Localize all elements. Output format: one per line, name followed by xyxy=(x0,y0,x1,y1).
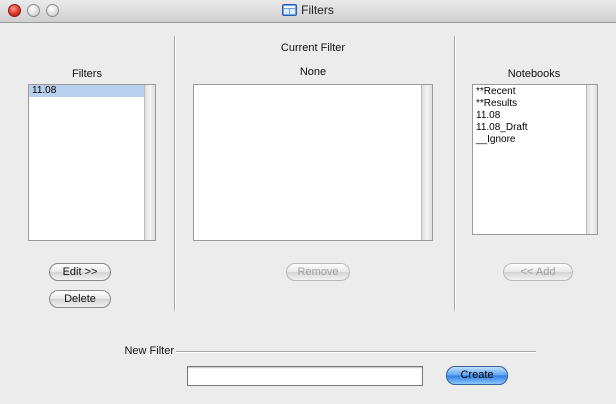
current-filter-heading: Current Filter xyxy=(280,42,346,54)
notebooks-list-items: **Recent **Results 11.08 11.08_Draft __I… xyxy=(473,85,586,146)
column-separator-right xyxy=(454,36,456,311)
filters-list-item-label: 11.08 xyxy=(32,85,57,96)
filters-heading: Filters xyxy=(72,68,102,80)
window-title-text: Filters xyxy=(301,3,334,17)
current-filter-value: None xyxy=(299,66,327,78)
edit-button[interactable]: Edit >> xyxy=(49,263,111,281)
remove-button[interactable]: Remove xyxy=(286,263,350,281)
title-bar[interactable]: Filters xyxy=(0,0,616,23)
notebooks-list-scrollbar[interactable] xyxy=(586,85,597,234)
filters-window-icon xyxy=(282,4,298,16)
current-filter-list-scrollbar[interactable] xyxy=(421,85,432,240)
new-filter-name-input[interactable] xyxy=(187,366,423,386)
notebooks-heading: Notebooks xyxy=(507,68,561,80)
notebooks-list-item[interactable]: **Results xyxy=(473,98,586,110)
window-title: Filters xyxy=(0,3,616,17)
notebooks-list[interactable]: **Recent **Results 11.08 11.08_Draft __I… xyxy=(472,84,598,235)
notebooks-list-item[interactable]: 11.08 xyxy=(473,110,586,122)
delete-button[interactable]: Delete xyxy=(49,290,111,308)
filters-list-item[interactable]: 11.08 xyxy=(29,85,144,97)
notebooks-list-item[interactable]: **Recent xyxy=(473,86,586,98)
filters-list[interactable]: 11.08 xyxy=(28,84,156,241)
filters-window: Filters Filters 11.08 Edit >> Delete Cur… xyxy=(0,0,616,404)
notebooks-list-item[interactable]: 11.08_Draft xyxy=(473,122,586,134)
filters-list-scrollbar[interactable] xyxy=(144,85,155,240)
create-button[interactable]: Create xyxy=(446,366,508,385)
current-filter-list[interactable] xyxy=(193,84,433,241)
new-filter-divider xyxy=(176,351,536,353)
add-button[interactable]: << Add xyxy=(503,263,573,281)
notebooks-list-item[interactable]: __Ignore xyxy=(473,134,586,146)
new-filter-label: New Filter xyxy=(124,345,174,357)
column-separator-left xyxy=(174,36,176,311)
